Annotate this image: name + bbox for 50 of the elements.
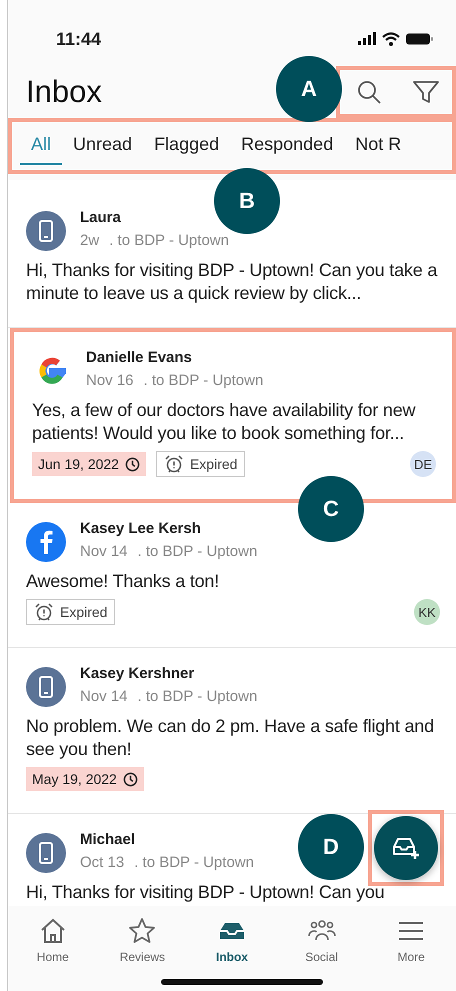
message-time: Nov 16 [86, 372, 134, 389]
filter-tab[interactable]: Flagged [143, 128, 230, 164]
sender-name: Kasey Lee Kersh [80, 520, 202, 537]
message-preview: No problem. We can do 2 pm. Have a safe flight and see you then! [26, 715, 435, 761]
message-time: Oct 13 [80, 854, 124, 871]
recipient-text: . to BDP - Uptown [109, 232, 229, 249]
message-time: 2w [80, 232, 100, 249]
alarm-icon [34, 602, 54, 622]
battery-icon [406, 33, 434, 45]
sender-name: Michael [80, 831, 136, 848]
star-icon [127, 916, 158, 946]
phone-icon [26, 667, 66, 707]
expired-tag: Expired [26, 599, 116, 625]
message-preview: Awesome! Thanks a ton! [26, 570, 220, 593]
message-time: Nov 14 [80, 688, 128, 705]
assignee-avatar: KK [414, 599, 440, 625]
filter-tab[interactable]: Responded [230, 128, 344, 164]
wifi-icon [382, 32, 400, 46]
due-date-tag: May 19, 2022 [26, 767, 144, 791]
message-time: Nov 14 [80, 543, 128, 560]
filter-icon[interactable] [412, 79, 440, 105]
signal-icon [358, 32, 376, 46]
clock-icon [122, 772, 138, 786]
facebook-icon [26, 522, 66, 562]
recipient-text: . to BDP - Uptown [134, 854, 254, 871]
search-icon[interactable] [356, 79, 382, 105]
message-card[interactable]: Kasey Kershner Nov 14 . to BDP - Uptown No problem. We can do 2 pm. Have a safe flight and see you then! May 19, 2022 [8, 648, 456, 814]
filter-tab[interactable]: Unread [62, 128, 144, 164]
phone-icon [26, 833, 66, 873]
filter-tab[interactable]: Not R [344, 128, 412, 164]
recipient-text: . to BDP - Uptown [144, 372, 264, 389]
message-preview: Hi, Thanks for visiting BDP - Uptown! Can you take a minute to leave us a quick review by click... [26, 259, 438, 305]
alarm-icon [164, 454, 184, 474]
filter-tab[interactable]: All [20, 128, 62, 164]
clock-icon [124, 456, 140, 472]
page-title: Inbox [26, 74, 102, 110]
recipient-text: . to BDP - Uptown [138, 688, 258, 705]
expired-tag: Expired [156, 451, 246, 477]
message-preview: Hi, Thanks for visiting BDP - Uptown! Can you [26, 881, 384, 904]
status-time: 11:44 [56, 28, 102, 50]
sender-name: Danielle Evans [86, 349, 193, 366]
sender-name: Laura [80, 209, 122, 226]
message-preview: Yes, a few of our doctors have availability for new patients! Would you like to book something for... [32, 399, 416, 445]
due-date-tag: Jun 19, 2022 [32, 452, 146, 476]
recipient-text: . to BDP - Uptown [138, 543, 258, 560]
sender-name: Kasey Kershner [80, 665, 196, 682]
inbox-plus-icon [391, 835, 421, 861]
phone-icon [26, 211, 66, 251]
callout-marker: A [276, 56, 342, 122]
assignee-avatar: DE [410, 451, 436, 477]
